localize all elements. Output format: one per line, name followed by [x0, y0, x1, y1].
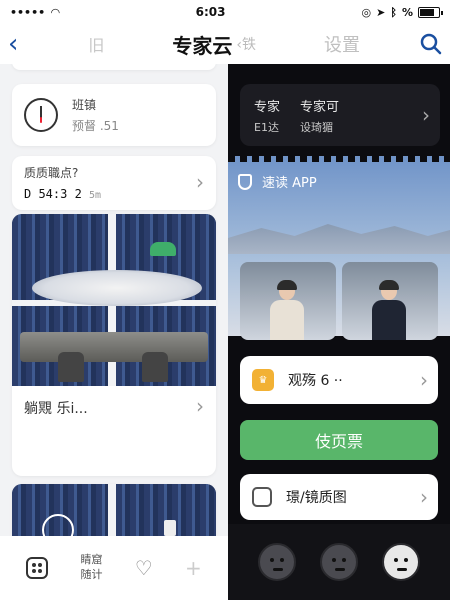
ghost-icon-label: 旧: [88, 36, 105, 55]
person-image: [372, 280, 406, 340]
page-title-text: 专家云: [172, 33, 233, 58]
device-icon: [164, 520, 176, 536]
primary-action-button[interactable]: 伎页票: [240, 420, 438, 460]
quality-value-text: D 54:3 2: [24, 187, 82, 201]
read-app-row[interactable]: 速读 APP: [238, 172, 317, 191]
ghost-title: ‹铁: [236, 37, 257, 53]
expert-col-2: 专家可 设琦猸: [300, 96, 339, 135]
right-panel: 专家 E1达 专家可 设琦猸 › 速读 APP ♛ 观殇 6 ·· › 伎页票: [228, 64, 450, 600]
tab-stats-line2: 随计: [80, 568, 103, 581]
clock-card[interactable]: 班镇 预督 .51: [12, 84, 216, 146]
tab-bar: 睛窟 随计 ♡ +: [0, 536, 228, 600]
expert-card[interactable]: 专家 E1达 专家可 设琦猸 ›: [240, 84, 440, 146]
tab-heart[interactable]: ♡: [135, 556, 153, 580]
location-icon: ➤: [376, 5, 386, 19]
heart-icon: ♡: [134, 556, 153, 580]
avatar-icon[interactable]: [320, 543, 358, 581]
bluetooth-icon: ᛒ: [390, 5, 397, 19]
signal-dots-icon: •••••: [10, 5, 46, 19]
status-left: ••••• ◠: [10, 6, 60, 19]
chevron-right-icon: ›: [420, 485, 428, 509]
lock-rotation-icon: ◎: [361, 5, 372, 19]
tab-stats-line1: 睛窟: [80, 553, 103, 567]
tab-stats[interactable]: 睛窟 随计: [80, 553, 102, 583]
torn-edge: [228, 152, 450, 162]
search-icon[interactable]: [420, 33, 442, 55]
dice-icon: [26, 557, 49, 579]
card-top-stub: [12, 64, 216, 70]
avatar-icon[interactable]: [258, 543, 296, 581]
console-desk: [20, 332, 208, 362]
left-panel: 班镇 预督 .51 质质職点? D 54:3 2 5m › 躺覭 乐i... ›: [0, 64, 228, 600]
quality-value-unit: 5m: [89, 190, 102, 201]
expert-col2-line1: 专家可: [300, 99, 340, 115]
viewers-label: 观殇 6 ··: [288, 373, 343, 389]
chevron-right-icon: ›: [422, 103, 430, 127]
video-thumbnails: [240, 262, 438, 340]
quality-card-value: D 54:3 2 5m: [24, 187, 204, 201]
status-bar: ••••• ◠ 6:03 ◎ ➤ ᛒ %: [0, 0, 450, 24]
chair-icon: [142, 352, 168, 382]
settings-label[interactable]: 设置: [324, 31, 360, 57]
chevron-right-icon: ›: [196, 170, 204, 194]
back-button[interactable]: ‹: [8, 31, 18, 57]
read-app-label: 速读 APP: [262, 176, 317, 191]
media-card[interactable]: 躺覭 乐i... ›: [12, 214, 216, 476]
clock-square-icon: [252, 487, 272, 507]
wifi-icon: ◠: [51, 5, 60, 19]
media-caption: 躺覭 乐i...: [24, 401, 88, 417]
video-tile-male-presenter[interactable]: [342, 262, 438, 340]
battery-icon: [417, 6, 443, 18]
ceiling-ring: [32, 270, 202, 306]
quality-card[interactable]: 质质職点? D 54:3 2 5m ›: [12, 156, 216, 210]
bottom-avatars: [228, 524, 450, 600]
page-title: 专家云 ‹铁: [172, 30, 256, 59]
chair-icon: [58, 352, 84, 382]
nav-left: ‹ 旧: [8, 31, 104, 57]
clock-icon: [24, 98, 58, 132]
quality-card-title: 质质職点?: [24, 166, 79, 180]
clock-card-subtitle: 预督 .51: [72, 119, 119, 133]
person-image: [270, 280, 304, 340]
chevron-right-icon: ›: [196, 394, 204, 418]
tab-dice[interactable]: [26, 557, 49, 579]
status-right: ◎ ➤ ᛒ %: [361, 5, 443, 19]
plant-icon: [150, 242, 176, 256]
percent-icon: %: [401, 5, 413, 19]
status-time: 6:03: [195, 5, 226, 19]
nav-right: 设置: [324, 31, 442, 57]
clock-texts: 班镇 预督 .51: [72, 96, 119, 134]
chevron-right-icon: ›: [420, 368, 428, 392]
battery-fill: [419, 8, 434, 16]
expert-col1-line1: 专家: [254, 99, 281, 115]
control-room-image: [12, 214, 216, 386]
avatar-icon[interactable]: [382, 543, 420, 581]
nav-bar: ‹ 旧 专家云 ‹铁 设置: [0, 24, 450, 64]
shield-icon: [238, 173, 252, 190]
tab-add[interactable]: +: [185, 556, 202, 580]
expert-col1-line2: E1达: [254, 120, 279, 134]
report-label: 璟/镜质图: [286, 490, 347, 506]
crown-icon: ♛: [252, 369, 274, 391]
report-row[interactable]: 璟/镜质图 ›: [240, 474, 438, 520]
video-tile-female-presenter[interactable]: [240, 262, 336, 340]
expert-col2-line2: 设琦猸: [300, 120, 334, 134]
plus-icon: +: [185, 556, 202, 580]
expert-col-1: 专家 E1达: [254, 96, 280, 135]
viewers-row[interactable]: ♛ 观殇 6 ·· ›: [240, 356, 438, 404]
clock-card-title: 班镇: [72, 98, 97, 112]
